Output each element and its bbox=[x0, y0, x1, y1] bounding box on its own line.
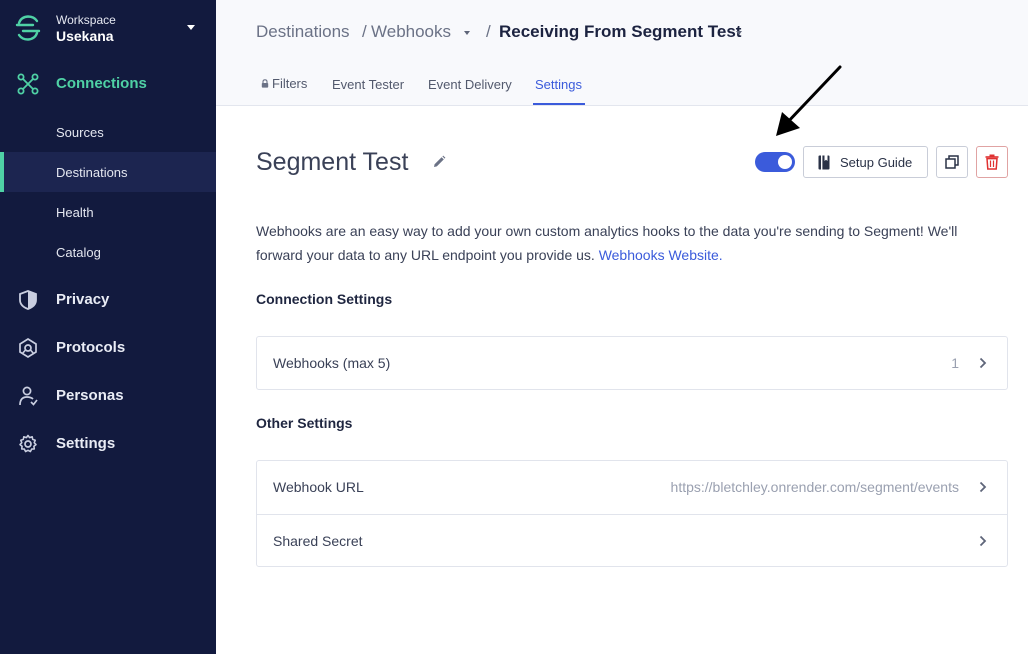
annotation-arrow-icon bbox=[776, 65, 842, 136]
sidebar-item-label: Personas bbox=[56, 387, 124, 404]
sidebar-item-label: Health bbox=[56, 205, 94, 220]
workspace-name: Usekana bbox=[56, 28, 114, 44]
sidebar-item-sources[interactable]: Sources bbox=[0, 112, 216, 152]
chevron-down-icon[interactable] bbox=[736, 31, 742, 35]
sidebar-item-label: Privacy bbox=[56, 291, 110, 308]
shield-icon bbox=[19, 290, 37, 310]
settings-row-webhook-url[interactable]: Webhook URL https://bletchley.onrender.c… bbox=[257, 461, 1007, 514]
tab-event-delivery[interactable]: Event Delivery bbox=[428, 77, 512, 92]
setting-value: https://bletchley.onrender.com/segment/e… bbox=[670, 479, 959, 495]
webhooks-website-link[interactable]: Webhooks Website. bbox=[599, 247, 723, 263]
tab-label: Event Tester bbox=[332, 77, 405, 92]
breadcrumb-destinations[interactable]: Destinations bbox=[256, 22, 350, 42]
segment-logo-icon bbox=[15, 15, 41, 41]
other-settings-card: Webhook URL https://bletchley.onrender.c… bbox=[256, 460, 1008, 567]
setup-guide-label: Setup Guide bbox=[840, 155, 913, 170]
settings-row-shared-secret[interactable]: Shared Secret bbox=[257, 514, 1007, 567]
breadcrumb-separator: / bbox=[486, 22, 491, 41]
chevron-right-icon bbox=[979, 357, 987, 369]
sidebar-item-label: Settings bbox=[56, 435, 116, 452]
gear-icon bbox=[19, 434, 37, 453]
tab-filters[interactable]: Filters bbox=[258, 76, 307, 91]
sidebar-item-label: Destinations bbox=[56, 165, 128, 180]
lock-icon bbox=[261, 79, 269, 88]
sidebar-item-label: Catalog bbox=[56, 245, 101, 260]
chevron-down-icon[interactable] bbox=[464, 31, 470, 35]
enable-destination-toggle[interactable] bbox=[755, 152, 795, 172]
settings-row-webhooks[interactable]: Webhooks (max 5) 1 bbox=[257, 337, 1007, 390]
page-title: Segment Test bbox=[256, 148, 409, 176]
pencil-icon[interactable] bbox=[432, 155, 446, 169]
setting-label: Webhook URL bbox=[273, 479, 364, 495]
setting-label: Webhooks (max 5) bbox=[273, 355, 391, 371]
tab-label: Settings bbox=[535, 77, 582, 92]
trash-icon bbox=[985, 154, 999, 170]
sidebar-item-label: Protocols bbox=[56, 339, 126, 356]
active-tab-indicator bbox=[533, 103, 585, 105]
breadcrumb-current: Receiving From Segment Test bbox=[499, 22, 742, 41]
sidebar-item-catalog[interactable]: Catalog bbox=[0, 232, 216, 272]
tab-event-tester[interactable]: Event Tester bbox=[332, 77, 404, 92]
copy-destination-button[interactable] bbox=[936, 146, 968, 178]
breadcrumb-separator: / bbox=[362, 22, 367, 41]
chevron-right-icon bbox=[979, 481, 987, 493]
sidebar-item-label: Connections bbox=[56, 75, 147, 92]
sidebar-item-settings[interactable]: Settings bbox=[0, 422, 216, 466]
setting-value: 1 bbox=[951, 355, 959, 371]
delete-destination-button[interactable] bbox=[976, 146, 1008, 178]
sidebar-item-personas[interactable]: Personas bbox=[0, 374, 216, 418]
workspace-switcher[interactable]: Workspace Usekana bbox=[0, 0, 216, 60]
connection-settings-card: Webhooks (max 5) 1 bbox=[256, 336, 1008, 390]
tab-settings[interactable]: Settings bbox=[535, 77, 582, 92]
page-header: Destinations / Webhooks / Receiving From… bbox=[216, 0, 1028, 106]
breadcrumb-webhooks[interactable]: Webhooks bbox=[371, 22, 451, 42]
connection-settings-title: Connection Settings bbox=[256, 291, 393, 307]
sidebar: Workspace Usekana Connections Sources De… bbox=[0, 0, 216, 654]
book-icon bbox=[818, 155, 830, 170]
tab-label: Event Delivery bbox=[428, 77, 512, 92]
chevron-down-icon bbox=[187, 25, 195, 30]
sidebar-item-label: Sources bbox=[56, 125, 104, 140]
workspace-label: Workspace bbox=[56, 13, 116, 27]
chevron-right-icon bbox=[979, 535, 987, 547]
protocols-icon bbox=[19, 337, 37, 359]
sidebar-item-connections[interactable]: Connections bbox=[0, 62, 216, 106]
sidebar-item-destinations[interactable]: Destinations bbox=[0, 152, 216, 192]
connections-icon bbox=[17, 73, 39, 95]
personas-icon bbox=[19, 386, 38, 406]
toggle-knob bbox=[778, 155, 792, 169]
sidebar-item-protocols[interactable]: Protocols bbox=[0, 326, 216, 370]
destination-description: Webhooks are an easy way to add your own… bbox=[256, 219, 996, 267]
sidebar-item-privacy[interactable]: Privacy bbox=[0, 278, 216, 322]
other-settings-title: Other Settings bbox=[256, 415, 353, 431]
sidebar-item-health[interactable]: Health bbox=[0, 192, 216, 232]
copy-icon bbox=[945, 155, 959, 169]
setting-label: Shared Secret bbox=[273, 533, 363, 549]
setup-guide-button[interactable]: Setup Guide bbox=[803, 146, 928, 178]
